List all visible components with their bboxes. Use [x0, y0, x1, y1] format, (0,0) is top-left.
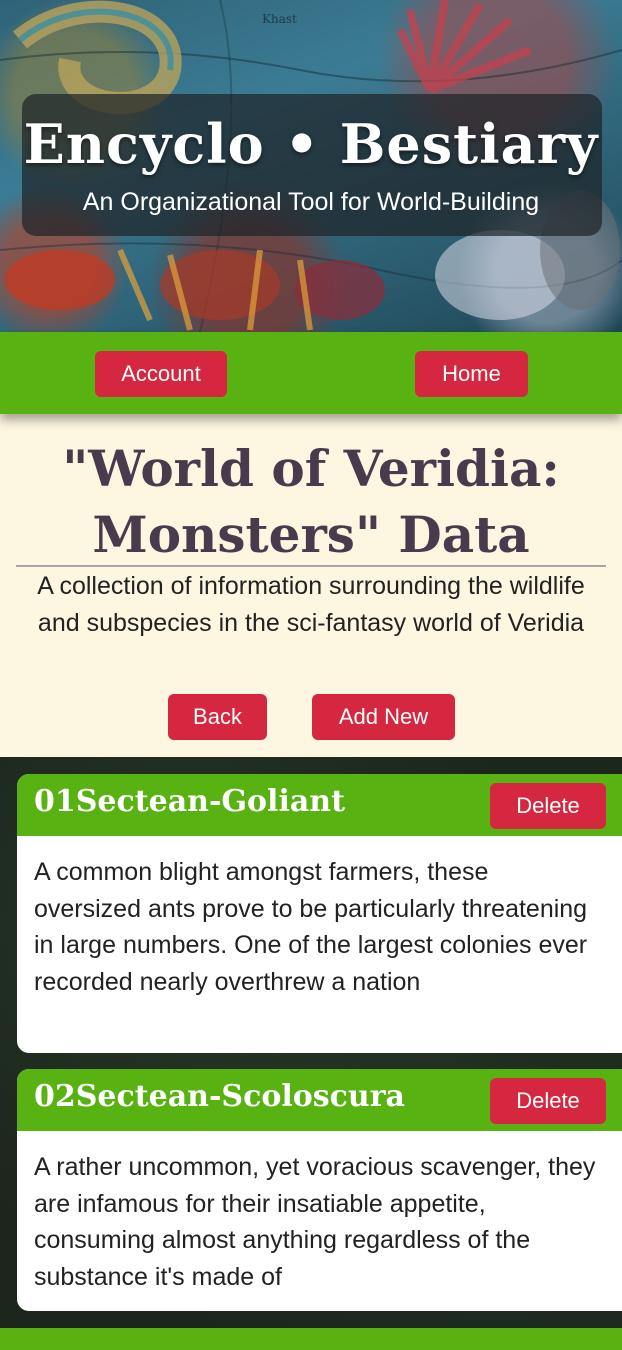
nav-bar: Account Home — [0, 332, 622, 414]
entry-name[interactable]: 01Sectean-Goliant — [34, 784, 345, 819]
home-button[interactable]: Home — [415, 351, 528, 397]
delete-button[interactable]: Delete — [490, 1078, 606, 1124]
page-title: "World of Veridia: Monsters" Data — [62, 439, 560, 564]
app-subtitle: An Organizational Tool for World-Buildin… — [82, 188, 540, 216]
entry-description: A rather uncommon, yet voracious scaveng… — [34, 1153, 596, 1291]
entry-card: 02Sectean-Scoloscura Delete A rather unc… — [17, 1069, 622, 1311]
back-button[interactable]: Back — [168, 694, 267, 740]
divider — [16, 565, 606, 567]
map-label: Khast — [262, 12, 297, 26]
add-new-button[interactable]: Add New — [312, 694, 455, 740]
entry-card-header: 01Sectean-Goliant Delete — [17, 774, 622, 836]
hero-banner: Khast Encyclo • Bestiary An Organization… — [0, 0, 622, 332]
delete-button[interactable]: Delete — [490, 783, 606, 829]
entry-description: A common blight amongst farmers, these o… — [34, 858, 588, 996]
account-button[interactable]: Account — [95, 351, 227, 397]
footer-bar — [0, 1328, 622, 1350]
entry-card-header: 02Sectean-Scoloscura Delete — [17, 1069, 622, 1131]
entry-list: 01Sectean-Goliant Delete A common blight… — [0, 757, 622, 1328]
collection-description: A collection of information surrounding … — [37, 572, 585, 637]
entry-name[interactable]: 02Sectean-Scoloscura — [34, 1079, 405, 1114]
entry-card: 01Sectean-Goliant Delete A common blight… — [17, 774, 622, 1053]
collection-header: "World of Veridia: Monsters" Data A coll… — [0, 414, 622, 757]
app-title: Encyclo • Bestiary — [23, 112, 599, 176]
